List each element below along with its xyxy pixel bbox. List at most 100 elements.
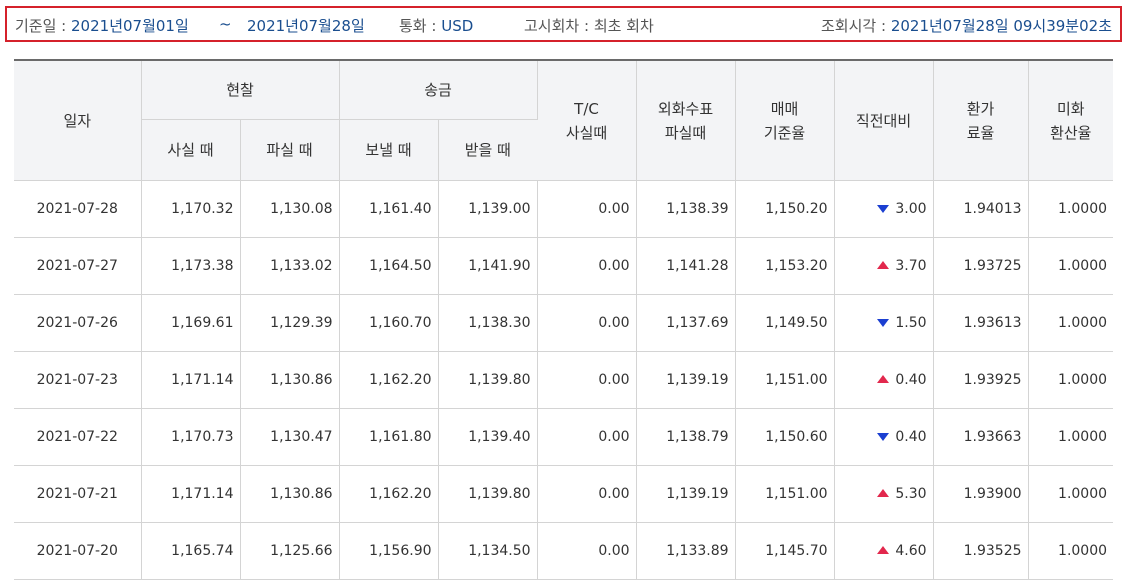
cell-check-sell: 1,138.79 [636, 408, 736, 466]
cell-date: 2021-07-27 [14, 237, 142, 295]
cell-cash-sell: 1,133.02 [240, 237, 340, 295]
table-row: 2021-07-28 1,170.32 1,130.08 1,161.40 1,… [14, 180, 1114, 238]
cell-cash-sell: 1,130.08 [240, 180, 340, 238]
header-usd-line1: 미화 [1056, 99, 1085, 118]
cell-date: 2021-07-26 [14, 294, 142, 352]
table-row: 2021-07-26 1,169.61 1,129.39 1,160.70 1,… [14, 294, 1114, 352]
table-row: 2021-07-21 1,171.14 1,130.86 1,162.20 1,… [14, 465, 1114, 523]
cell-cash-sell: 1,130.86 [240, 465, 340, 523]
date-range-tilde: ~ [219, 15, 232, 33]
cell-fee-rate: 1.93925 [933, 351, 1029, 409]
cell-cash-buy: 1,169.61 [141, 294, 241, 352]
cell-base-rate: 1,151.00 [735, 351, 835, 409]
cell-cash-buy: 1,165.74 [141, 522, 241, 580]
header-check-sell: 외화수표 파실때 [636, 59, 736, 181]
cell-tc-buy: 0.00 [537, 408, 637, 466]
cell-usd-rate: 1.0000 [1028, 180, 1114, 238]
up-arrow-icon [877, 260, 890, 269]
cell-date: 2021-07-22 [14, 408, 142, 466]
cell-check-sell: 1,141.28 [636, 237, 736, 295]
cell-base-rate: 1,150.20 [735, 180, 835, 238]
cell-date: 2021-07-23 [14, 351, 142, 409]
up-arrow-icon [877, 374, 890, 383]
notice-round-label: 고시회차 : [524, 17, 590, 35]
header-row-top: 일자 현찰 송금 T/C 사실때 외화수표 파실때 매매 기준율 직전대비 환가… [14, 59, 1114, 181]
header-date: 일자 [14, 59, 142, 181]
header-tc-buy: T/C 사실때 [537, 59, 637, 181]
change-value: 0.40 [895, 372, 927, 388]
header-base-line1: 매매 [770, 99, 799, 118]
down-arrow-icon [877, 204, 890, 213]
header-send: 보낼 때 [339, 119, 439, 181]
cell-send: 1,162.20 [339, 465, 439, 523]
cell-send: 1,156.90 [339, 522, 439, 580]
cell-receive: 1,134.50 [438, 522, 538, 580]
cell-receive: 1,139.80 [438, 351, 538, 409]
table-row: 2021-07-20 1,165.74 1,125.66 1,156.90 1,… [14, 522, 1114, 580]
cell-tc-buy: 0.00 [537, 522, 637, 580]
cell-base-rate: 1,150.60 [735, 408, 835, 466]
cell-change: 3.70 [834, 237, 934, 295]
cell-check-sell: 1,137.69 [636, 294, 736, 352]
cell-send: 1,161.40 [339, 180, 439, 238]
cell-cash-buy: 1,170.32 [141, 180, 241, 238]
change-value: 0.40 [895, 429, 927, 445]
cell-cash-buy: 1,171.14 [141, 465, 241, 523]
header-fee-line1: 환가 [966, 99, 995, 118]
cell-fee-rate: 1.93613 [933, 294, 1029, 352]
cell-tc-buy: 0.00 [537, 237, 637, 295]
header-cash-sell: 파실 때 [240, 119, 340, 181]
cell-check-sell: 1,133.89 [636, 522, 736, 580]
currency: 통화 : USD [399, 15, 473, 36]
header-check-line2: 파실때 [664, 123, 707, 142]
cell-cash-sell: 1,129.39 [240, 294, 340, 352]
header-cash: 현찰 [141, 59, 340, 120]
header-check-line1: 외화수표 [657, 99, 714, 118]
cell-change: 3.00 [834, 180, 934, 238]
header-cash-buy: 사실 때 [141, 119, 241, 181]
down-arrow-icon [877, 432, 890, 441]
cell-check-sell: 1,139.19 [636, 465, 736, 523]
cell-change: 5.30 [834, 465, 934, 523]
cell-base-rate: 1,145.70 [735, 522, 835, 580]
notice-round: 고시회차 : 최초 회차 [524, 15, 654, 36]
header-fee-line2: 료율 [966, 123, 995, 142]
cell-send: 1,160.70 [339, 294, 439, 352]
query-time-value: 2021년07월28일 09시39분02초 [890, 17, 1112, 35]
table-row: 2021-07-22 1,170.73 1,130.47 1,161.80 1,… [14, 408, 1114, 466]
header-base-rate: 매매 기준율 [735, 59, 835, 181]
exchange-rate-table: 일자 현찰 송금 T/C 사실때 외화수표 파실때 매매 기준율 직전대비 환가… [14, 59, 1114, 580]
query-time-label: 조회시각 : [821, 17, 887, 35]
cell-check-sell: 1,139.19 [636, 351, 736, 409]
cell-cash-buy: 1,170.73 [141, 408, 241, 466]
header-receive: 받을 때 [438, 119, 538, 181]
cell-send: 1,161.80 [339, 408, 439, 466]
cell-check-sell: 1,138.39 [636, 180, 736, 238]
header-usd-line2: 환산율 [1050, 123, 1092, 142]
cell-usd-rate: 1.0000 [1028, 522, 1114, 580]
cell-cash-sell: 1,130.86 [240, 351, 340, 409]
cell-cash-buy: 1,173.38 [141, 237, 241, 295]
query-info-bar: 기준일 : 2021년07월01일 ~ 2021년07월28일 통화 : USD… [5, 6, 1122, 42]
header-transfer: 송금 [339, 59, 538, 120]
cell-fee-rate: 1.93525 [933, 522, 1029, 580]
cell-change: 4.60 [834, 522, 934, 580]
cell-date: 2021-07-20 [14, 522, 142, 580]
header-base-line2: 기준율 [763, 123, 806, 142]
table-row: 2021-07-23 1,171.14 1,130.86 1,162.20 1,… [14, 351, 1114, 409]
cell-base-rate: 1,149.50 [735, 294, 835, 352]
cell-cash-sell: 1,125.66 [240, 522, 340, 580]
cell-receive: 1,139.80 [438, 465, 538, 523]
up-arrow-icon [877, 488, 890, 497]
cell-tc-buy: 0.00 [537, 294, 637, 352]
cell-tc-buy: 0.00 [537, 351, 637, 409]
cell-usd-rate: 1.0000 [1028, 294, 1114, 352]
notice-round-value: 최초 회차 [593, 17, 654, 35]
header-change: 직전대비 [834, 59, 934, 181]
table-row: 2021-07-27 1,173.38 1,133.02 1,164.50 1,… [14, 237, 1114, 295]
cell-cash-sell: 1,130.47 [240, 408, 340, 466]
cell-fee-rate: 1.94013 [933, 180, 1029, 238]
change-value: 3.70 [895, 258, 927, 274]
up-arrow-icon [877, 545, 890, 554]
cell-send: 1,164.50 [339, 237, 439, 295]
